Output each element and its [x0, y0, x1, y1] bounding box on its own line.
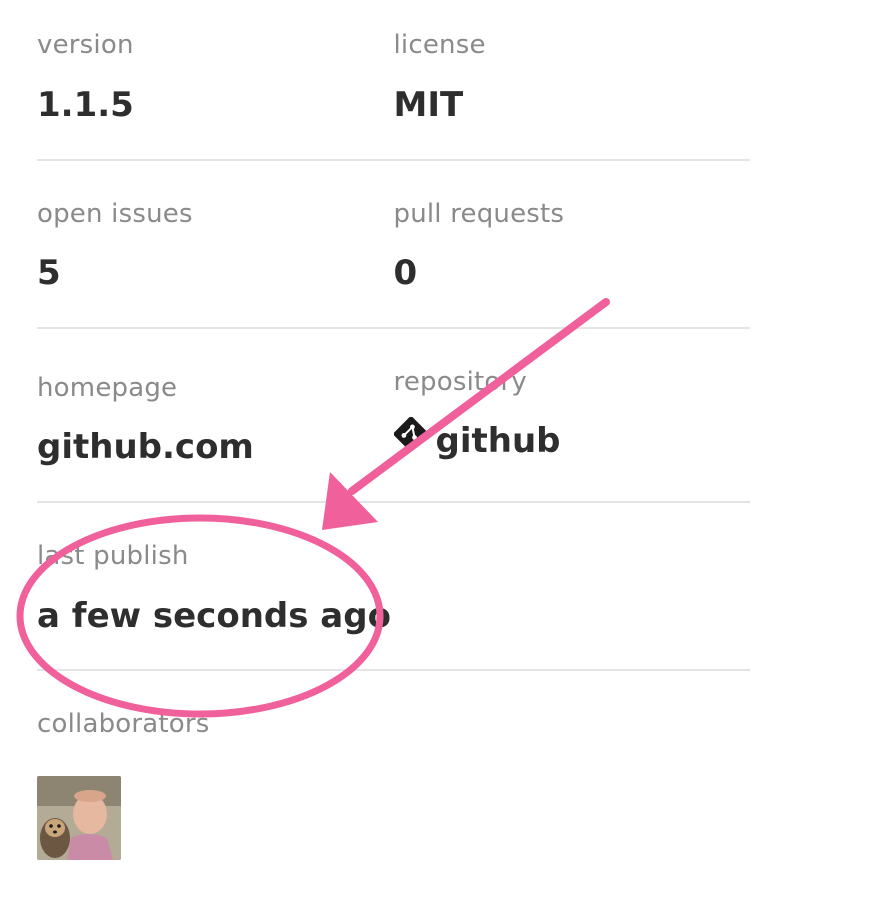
pull-requests-label: pull requests: [393, 199, 565, 229]
license-section: license MIT: [394, 0, 751, 159]
last-publish-value: a few seconds ago: [37, 596, 391, 636]
version-section: version 1.1.5: [37, 0, 394, 159]
homepage-label: homepage: [37, 373, 178, 403]
row-version-license: version 1.1.5 license MIT: [37, 0, 750, 161]
homepage-link[interactable]: github.com: [37, 427, 254, 467]
homepage-section: homepage github.com: [37, 329, 394, 501]
open-issues-link[interactable]: 5: [37, 253, 61, 293]
license-label: license: [393, 30, 486, 60]
version-value: 1.1.5: [37, 85, 134, 125]
row-last-publish: last publish a few seconds ago: [37, 503, 750, 671]
repository-section: repository github: [392, 329, 751, 501]
collaborator-avatar[interactable]: [37, 776, 121, 860]
row-collaborators: collaborators: [37, 671, 750, 871]
row-issues-pulls: open issues 5 pull requests 0: [37, 161, 750, 329]
last-publish-section: last publish a few seconds ago: [37, 503, 750, 669]
open-issues-label: open issues: [37, 199, 193, 229]
pull-requests-section: pull requests 0: [394, 161, 751, 327]
package-sidebar: version 1.1.5 license MIT open issues 5 …: [37, 0, 750, 871]
repository-label: repository: [393, 367, 527, 397]
last-publish-label: last publish: [37, 541, 189, 571]
repository-link[interactable]: github: [392, 416, 561, 464]
license-value: MIT: [393, 85, 464, 125]
open-issues-section: open issues 5: [37, 161, 394, 327]
row-homepage-repository: homepage github.com repository github: [37, 329, 750, 503]
version-label: version: [37, 30, 134, 60]
repository-link-text: github: [435, 421, 561, 461]
git-icon: [392, 416, 429, 460]
pull-requests-link[interactable]: 0: [394, 253, 418, 293]
collaborators-label: collaborators: [37, 709, 210, 739]
